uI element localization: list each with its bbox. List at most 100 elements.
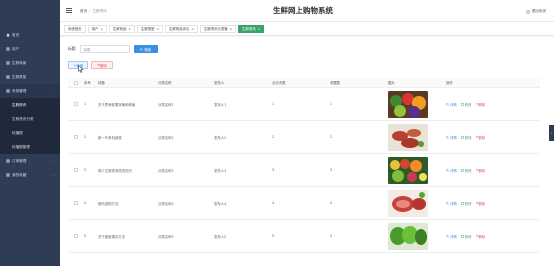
table-row: 4 鲜肉选购方法 分类名称4 发布人4 4 4 详情 修改 × 删除 (68, 187, 540, 220)
search-label: 标题 (68, 46, 76, 51)
edit-button[interactable]: 修改 (460, 102, 472, 107)
edit-button[interactable]: 修改 (460, 234, 472, 239)
sidebar-subitem-carousel-manage[interactable]: 轮播图管理 (0, 140, 60, 154)
sidebar-item-label: 用户 (12, 46, 20, 51)
select-all-checkbox[interactable] (74, 80, 78, 85)
cell-index: 5 (84, 234, 87, 238)
edit-button[interactable]: 修改 (460, 201, 472, 206)
delete-button[interactable]: × 删除 (476, 135, 486, 140)
tab-news-category[interactable]: 生鲜资讯分类管 × (199, 24, 237, 33)
grid-icon (6, 75, 10, 79)
cell-clicks: 5 (272, 234, 275, 238)
close-icon[interactable]: × (258, 27, 261, 31)
tab-users[interactable]: 用户 × (87, 24, 107, 33)
cell-title: 关于思考鲜果采摘和种植 (98, 102, 136, 107)
sidebar-item-label: 首页 (12, 32, 20, 37)
logout-button[interactable]: 退出系统 (525, 9, 546, 14)
delete-button[interactable]: × 删除 (476, 234, 486, 239)
row-checkbox[interactable] (74, 234, 78, 238)
sidebar-item-merchants[interactable]: 生鲜商家 (0, 56, 60, 70)
row-checkbox[interactable] (74, 168, 78, 172)
sidebar-item-users[interactable]: 用户 (0, 42, 60, 56)
search-input[interactable]: 标题 (79, 45, 130, 53)
sidebar-item-orders[interactable]: 订单管理 ⌄ (0, 154, 60, 168)
delete-button-label: 删除 (100, 63, 107, 68)
cell-category: 分类名称5 (158, 234, 174, 239)
tab-label: 生鲜资讯分类管 (203, 27, 228, 31)
sidebar-item-system[interactable]: 系统管理 ⌃ (0, 84, 60, 98)
sidebar-subitem-carousel[interactable]: 轮播图 (0, 126, 60, 140)
row-checkbox[interactable] (74, 135, 78, 139)
view-button[interactable]: 详情 (446, 234, 457, 239)
thumbnail-mixed-produce (388, 156, 428, 184)
row-checkbox[interactable] (74, 102, 78, 106)
view-label: 详情 (450, 135, 457, 140)
app-title: 生鲜网上购物系统 (273, 6, 333, 15)
cell-favorites: 2 (330, 135, 333, 139)
cell-favorites: 5 (330, 234, 333, 238)
cell-title: 新一代有机蔬菜 (98, 135, 122, 140)
column-header: 收藏数 (330, 81, 341, 85)
tab-news[interactable]: 生鲜资讯 × (238, 24, 265, 33)
delete-button[interactable]: × 删除 (476, 168, 486, 173)
edit-button[interactable]: 修改 (460, 135, 472, 140)
close-icon[interactable]: × (157, 27, 160, 31)
delete-button[interactable]: × 删除 (476, 102, 486, 107)
tab-label: 系统首页 (68, 27, 82, 31)
bulk-delete-button[interactable]: ⊗ 删除 (91, 61, 113, 69)
column-header: 操作 (446, 81, 453, 85)
view-button[interactable]: 详情 (446, 135, 457, 140)
view-label: 详情 (450, 168, 457, 173)
cell-index: 1 (84, 102, 87, 106)
cell-publisher: 发布人2 (214, 135, 227, 140)
tab-home[interactable]: 系统首页 (64, 24, 86, 33)
breadcrumb: 首页 / 生鲜资讯 (80, 9, 107, 14)
cell-favorites: 3 (330, 168, 333, 172)
tab-products[interactable]: 生鲜商品 × (108, 24, 135, 33)
table-row: 1 关于思考鲜果采摘和种植 分类名称1 发布人1 1 1 详情 修改 × 删除 (68, 88, 540, 121)
cell-title: 简介生鲜类商品的知识 (98, 168, 132, 173)
close-icon[interactable]: × (191, 27, 194, 31)
sidebar-item-favorites[interactable]: 我的收藏 ⌄ (0, 168, 60, 182)
delete-button[interactable]: × 删除 (476, 201, 486, 206)
cell-publisher: 发布人1 (214, 102, 227, 107)
edit-button[interactable]: 修改 (460, 168, 472, 173)
view-button[interactable]: 详情 (446, 102, 457, 107)
close-icon[interactable]: × (128, 27, 131, 31)
sidebar-item-types[interactable]: 生鲜类型 (0, 70, 60, 84)
breadcrumb-home[interactable]: 首页 (80, 9, 87, 13)
edit-icon (460, 102, 464, 106)
top-bar: 首页 / 生鲜资讯 生鲜网上购物系统 退出系统 (60, 0, 554, 22)
tab-label: 生鲜商品评论 (169, 27, 190, 31)
search-icon (446, 135, 449, 139)
thumbnail-vegetables (388, 90, 428, 118)
search-icon (446, 201, 449, 205)
close-icon[interactable]: × (100, 27, 103, 31)
edit-icon (460, 135, 464, 139)
sidebar-item-home[interactable]: 首页 (0, 28, 60, 42)
search-button-label: 搜索 (144, 47, 151, 52)
cell-favorites: 4 (330, 201, 333, 205)
close-icon[interactable]: × (230, 27, 233, 31)
view-button[interactable]: 详情 (446, 168, 457, 173)
search-row: 标题 标题 搜索 (68, 45, 158, 53)
search-button[interactable]: 搜索 (133, 45, 158, 53)
view-button[interactable]: 详情 (446, 201, 457, 206)
tab-types[interactable]: 生鲜类型 × (136, 24, 164, 33)
sidebar-item-label: 订单管理 (12, 158, 27, 163)
side-handle-tab[interactable]: › (549, 125, 554, 141)
tab-comments[interactable]: 生鲜商品评论 × (165, 24, 198, 33)
edit-icon (460, 168, 464, 172)
chevron-down-icon: ⌄ (52, 173, 55, 177)
grid-icon (6, 47, 10, 51)
edit-label: 修改 (464, 234, 472, 239)
table-row: 3 简介生鲜类商品的知识 分类名称3 发布人3 3 3 详情 修改 × 删除 (68, 154, 540, 187)
sidebar-subitem-news-category[interactable]: 生鲜资讯分类 (0, 112, 60, 126)
cell-category: 分类名称1 (158, 102, 174, 107)
sidebar-subitem-label: 生鲜资讯分类 (12, 116, 34, 121)
sidebar-item-label: 生鲜商家 (12, 60, 27, 65)
menu-toggle-icon[interactable] (66, 8, 72, 13)
sidebar-subitem-news[interactable]: 生鲜资讯 (0, 98, 60, 112)
delete-label: 删除 (478, 234, 486, 239)
row-checkbox[interactable] (74, 201, 78, 205)
